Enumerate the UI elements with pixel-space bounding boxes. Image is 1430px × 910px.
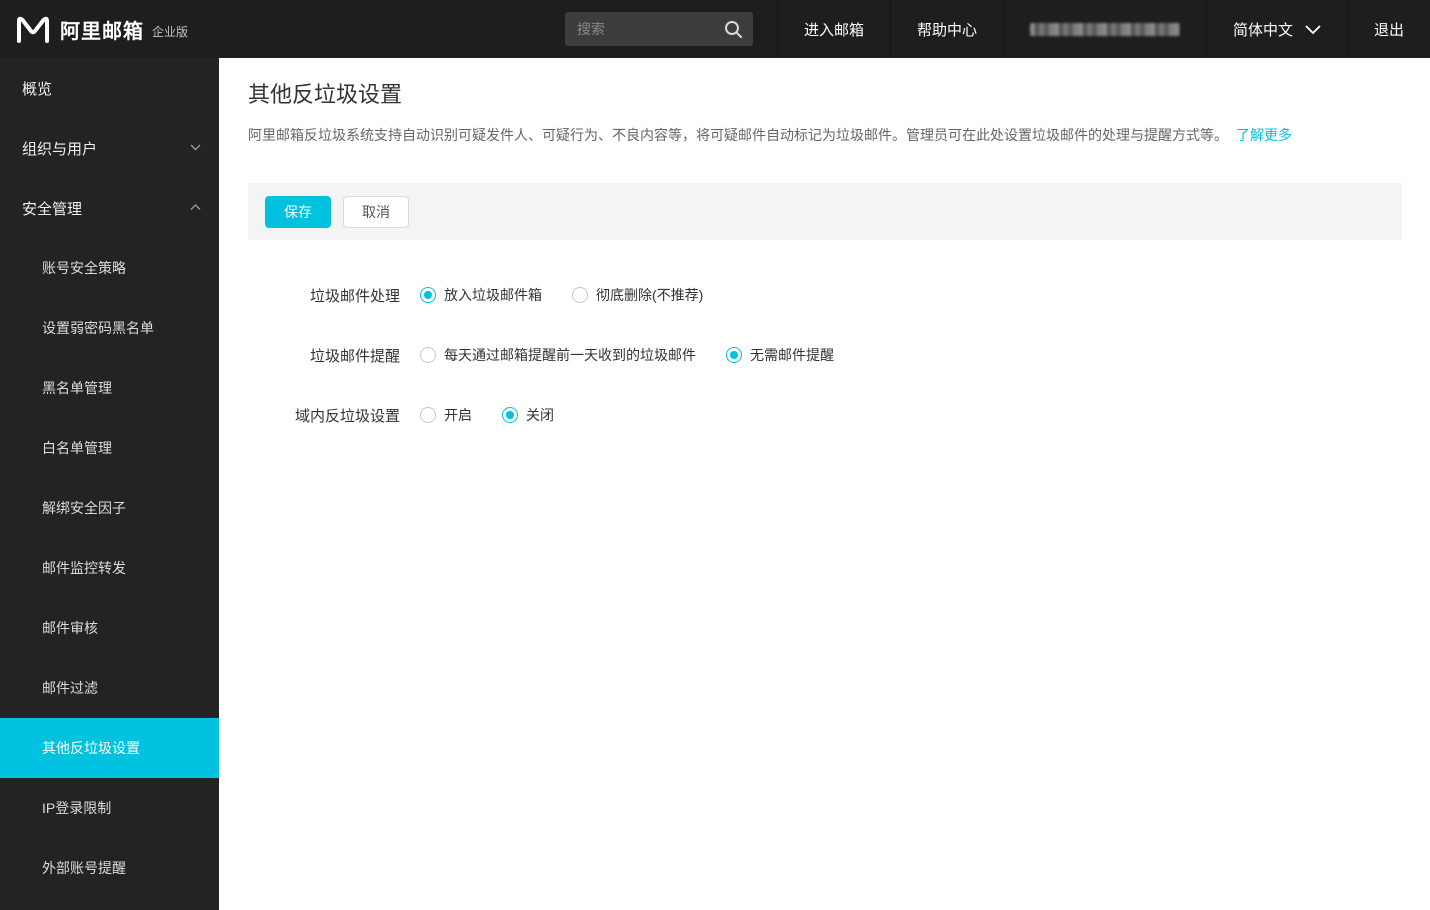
toolbar: 保存 取消	[248, 183, 1402, 240]
radio-label: 无需邮件提醒	[750, 347, 834, 363]
nav-logout[interactable]: 退出	[1346, 0, 1430, 58]
brand-edition: 企业版	[152, 25, 189, 39]
chevron-down-icon	[1305, 24, 1321, 34]
form-row-junk-handling: 垃圾邮件处理 放入垃圾邮件箱 彻底删除(不推荐)	[248, 265, 1402, 325]
radio-option-put-in-junk[interactable]: 放入垃圾邮件箱	[420, 285, 542, 305]
sidebar-item-unbind-security-factor[interactable]: 解绑安全因子	[0, 478, 219, 538]
form-label: 垃圾邮件处理	[309, 287, 400, 305]
chevron-down-icon	[190, 144, 201, 151]
form-label: 域内反垃圾设置	[294, 407, 400, 425]
sidebar-item-mail-audit[interactable]: 邮件审核	[0, 598, 219, 658]
nav-enter-mail[interactable]: 进入邮箱	[776, 0, 890, 58]
account-blurred-text	[1029, 22, 1180, 36]
radio-label: 彻底删除(不推荐)	[596, 287, 704, 303]
sidebar-item-mail-monitor-forward[interactable]: 邮件监控转发	[0, 538, 219, 598]
radio-option-daily-reminder[interactable]: 每天通过邮箱提醒前一天收到的垃圾邮件	[420, 345, 696, 365]
radio-group-junk-reminder: 每天通过邮箱提醒前一天收到的垃圾邮件 无需邮件提醒	[420, 345, 864, 365]
nav-account[interactable]	[1002, 0, 1206, 58]
radio-option-enable[interactable]: 开启	[420, 405, 472, 425]
sidebar-item-org-users[interactable]: 组织与用户	[0, 118, 219, 178]
sidebar-item-whitelist-management[interactable]: 白名单管理	[0, 418, 219, 478]
form-row-junk-reminder: 垃圾邮件提醒 每天通过邮箱提醒前一天收到的垃圾邮件 无需邮件提醒	[248, 325, 1402, 385]
radio-no-reminder[interactable]	[726, 347, 742, 363]
sidebar-item-ip-login-restriction[interactable]: IP登录限制	[0, 778, 219, 838]
radio-group-domain-antispam: 开启 关闭	[420, 405, 584, 425]
page-description-text: 阿里邮箱反垃圾系统支持自动识别可疑发件人、可疑行为、不良内容等，将可疑邮件自动标…	[248, 127, 1228, 143]
antispam-form: 垃圾邮件处理 放入垃圾邮件箱 彻底删除(不推荐) 垃圾邮件提醒 每天通过邮箱提醒…	[248, 265, 1402, 445]
form-row-domain-antispam: 域内反垃圾设置 开启 关闭	[248, 385, 1402, 445]
sidebar-item-weak-password-blacklist[interactable]: 设置弱密码黑名单	[0, 298, 219, 358]
save-button[interactable]: 保存	[265, 195, 331, 228]
brand: 阿里邮箱 企业版	[0, 15, 188, 44]
radio-delete-completely[interactable]	[572, 287, 588, 303]
radio-option-no-reminder[interactable]: 无需邮件提醒	[726, 345, 834, 365]
sidebar-item-blacklist-management[interactable]: 黑名单管理	[0, 358, 219, 418]
radio-label: 关闭	[526, 407, 554, 423]
radio-option-delete-completely[interactable]: 彻底删除(不推荐)	[572, 285, 703, 305]
search-box	[564, 12, 753, 46]
form-label: 垃圾邮件提醒	[309, 347, 400, 365]
radio-put-in-junk[interactable]	[420, 287, 436, 303]
main-content: 其他反垃圾设置 阿里邮箱反垃圾系统支持自动识别可疑发件人、可疑行为、不良内容等，…	[219, 58, 1430, 910]
sidebar-item-label: 安全管理	[22, 200, 83, 218]
radio-group-junk-handling: 放入垃圾邮件箱 彻底删除(不推荐)	[420, 285, 733, 305]
page-title: 其他反垃圾设置	[248, 82, 403, 107]
sidebar-item-overview[interactable]: 概览	[0, 58, 219, 118]
radio-label: 开启	[444, 407, 472, 423]
sidebar-item-external-account-reminder[interactable]: 外部账号提醒	[0, 838, 219, 898]
sidebar-item-mail-filter[interactable]: 邮件过滤	[0, 658, 219, 718]
learn-more-link[interactable]: 了解更多	[1236, 127, 1292, 143]
cancel-button[interactable]: 取消	[343, 195, 409, 228]
radio-label: 每天通过邮箱提醒前一天收到的垃圾邮件	[444, 347, 696, 363]
chevron-up-icon	[190, 204, 201, 211]
topbar: 阿里邮箱 企业版 进入邮箱 帮助中心 简体中文 退出	[0, 0, 1430, 58]
radio-option-disable[interactable]: 关闭	[502, 405, 554, 425]
sidebar: 概览 组织与用户 安全管理 账号安全策略 设置弱密码黑名单 黑名单管理 白名单管…	[0, 58, 219, 910]
radio-disable[interactable]	[502, 407, 518, 423]
radio-daily-reminder[interactable]	[420, 347, 436, 363]
brand-name: 阿里邮箱	[60, 20, 144, 43]
sidebar-item-other-antispam-settings[interactable]: 其他反垃圾设置	[0, 718, 219, 778]
alimail-logo	[17, 16, 49, 43]
search-input[interactable]	[574, 20, 723, 38]
sidebar-item-account-security-policy[interactable]: 账号安全策略	[0, 238, 219, 298]
sidebar-item-label: 概览	[22, 80, 53, 98]
nav-language-label: 简体中文	[1232, 21, 1293, 39]
sidebar-item-label: 组织与用户	[22, 140, 98, 158]
radio-enable[interactable]	[420, 407, 436, 423]
search-icon[interactable]	[723, 19, 743, 39]
nav-language[interactable]: 简体中文	[1205, 0, 1347, 58]
sidebar-item-security[interactable]: 安全管理	[0, 178, 219, 238]
radio-label: 放入垃圾邮件箱	[444, 287, 542, 303]
page-description: 阿里邮箱反垃圾系统支持自动识别可疑发件人、可疑行为、不良内容等，将可疑邮件自动标…	[248, 125, 1402, 145]
nav-help-center[interactable]: 帮助中心	[889, 0, 1003, 58]
